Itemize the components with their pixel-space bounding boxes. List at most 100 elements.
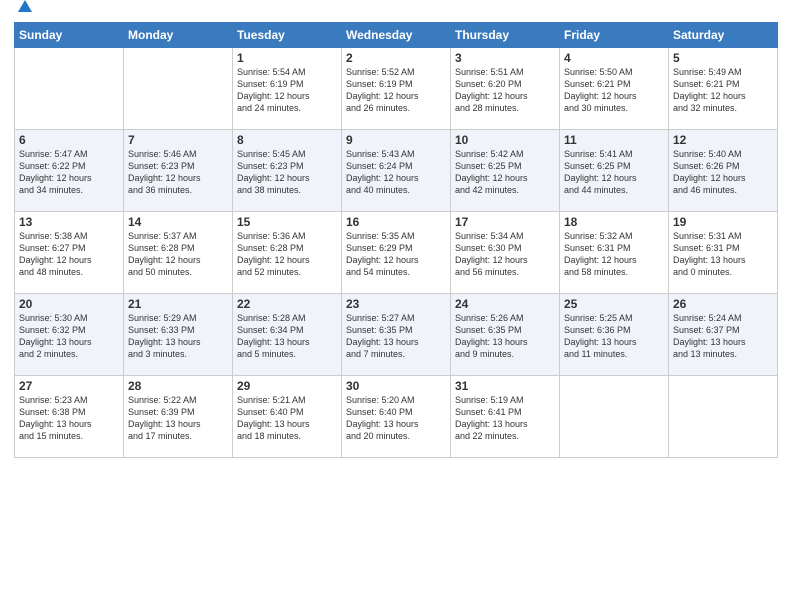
- day-number: 27: [19, 379, 119, 393]
- day-number: 30: [346, 379, 446, 393]
- calendar-cell: 23Sunrise: 5:27 AM Sunset: 6:35 PM Dayli…: [342, 294, 451, 376]
- calendar-cell: 20Sunrise: 5:30 AM Sunset: 6:32 PM Dayli…: [15, 294, 124, 376]
- calendar-cell: 15Sunrise: 5:36 AM Sunset: 6:28 PM Dayli…: [233, 212, 342, 294]
- day-info: Sunrise: 5:41 AM Sunset: 6:25 PM Dayligh…: [564, 148, 664, 197]
- day-number: 20: [19, 297, 119, 311]
- day-number: 19: [673, 215, 773, 229]
- day-number: 1: [237, 51, 337, 65]
- day-info: Sunrise: 5:35 AM Sunset: 6:29 PM Dayligh…: [346, 230, 446, 279]
- day-number: 18: [564, 215, 664, 229]
- calendar-cell: [124, 48, 233, 130]
- day-info: Sunrise: 5:23 AM Sunset: 6:38 PM Dayligh…: [19, 394, 119, 443]
- day-info: Sunrise: 5:52 AM Sunset: 6:19 PM Dayligh…: [346, 66, 446, 115]
- day-info: Sunrise: 5:27 AM Sunset: 6:35 PM Dayligh…: [346, 312, 446, 361]
- day-number: 26: [673, 297, 773, 311]
- day-info: Sunrise: 5:54 AM Sunset: 6:19 PM Dayligh…: [237, 66, 337, 115]
- day-info: Sunrise: 5:20 AM Sunset: 6:40 PM Dayligh…: [346, 394, 446, 443]
- calendar-cell: 14Sunrise: 5:37 AM Sunset: 6:28 PM Dayli…: [124, 212, 233, 294]
- calendar-cell: 17Sunrise: 5:34 AM Sunset: 6:30 PM Dayli…: [451, 212, 560, 294]
- calendar-cell: 26Sunrise: 5:24 AM Sunset: 6:37 PM Dayli…: [669, 294, 778, 376]
- day-info: Sunrise: 5:51 AM Sunset: 6:20 PM Dayligh…: [455, 66, 555, 115]
- calendar-cell: 24Sunrise: 5:26 AM Sunset: 6:35 PM Dayli…: [451, 294, 560, 376]
- day-number: 15: [237, 215, 337, 229]
- day-number: 13: [19, 215, 119, 229]
- day-info: Sunrise: 5:22 AM Sunset: 6:39 PM Dayligh…: [128, 394, 228, 443]
- calendar-cell: [560, 376, 669, 458]
- calendar-page: SundayMondayTuesdayWednesdayThursdayFrid…: [0, 0, 792, 612]
- calendar-cell: 29Sunrise: 5:21 AM Sunset: 6:40 PM Dayli…: [233, 376, 342, 458]
- day-info: Sunrise: 5:45 AM Sunset: 6:23 PM Dayligh…: [237, 148, 337, 197]
- day-number: 2: [346, 51, 446, 65]
- calendar-cell: [15, 48, 124, 130]
- calendar-cell: 5Sunrise: 5:49 AM Sunset: 6:21 PM Daylig…: [669, 48, 778, 130]
- calendar-cell: 21Sunrise: 5:29 AM Sunset: 6:33 PM Dayli…: [124, 294, 233, 376]
- day-number: 17: [455, 215, 555, 229]
- calendar-cell: 12Sunrise: 5:40 AM Sunset: 6:26 PM Dayli…: [669, 130, 778, 212]
- day-number: 25: [564, 297, 664, 311]
- calendar-cell: 2Sunrise: 5:52 AM Sunset: 6:19 PM Daylig…: [342, 48, 451, 130]
- weekday-header-friday: Friday: [560, 23, 669, 48]
- calendar-cell: 27Sunrise: 5:23 AM Sunset: 6:38 PM Dayli…: [15, 376, 124, 458]
- day-info: Sunrise: 5:34 AM Sunset: 6:30 PM Dayligh…: [455, 230, 555, 279]
- day-number: 6: [19, 133, 119, 147]
- day-number: 8: [237, 133, 337, 147]
- day-number: 29: [237, 379, 337, 393]
- calendar-week-row: 13Sunrise: 5:38 AM Sunset: 6:27 PM Dayli…: [15, 212, 778, 294]
- weekday-header-row: SundayMondayTuesdayWednesdayThursdayFrid…: [15, 23, 778, 48]
- calendar-cell: 11Sunrise: 5:41 AM Sunset: 6:25 PM Dayli…: [560, 130, 669, 212]
- day-info: Sunrise: 5:36 AM Sunset: 6:28 PM Dayligh…: [237, 230, 337, 279]
- day-info: Sunrise: 5:30 AM Sunset: 6:32 PM Dayligh…: [19, 312, 119, 361]
- day-info: Sunrise: 5:31 AM Sunset: 6:31 PM Dayligh…: [673, 230, 773, 279]
- header: [14, 10, 778, 16]
- calendar-cell: 18Sunrise: 5:32 AM Sunset: 6:31 PM Dayli…: [560, 212, 669, 294]
- day-info: Sunrise: 5:32 AM Sunset: 6:31 PM Dayligh…: [564, 230, 664, 279]
- calendar-cell: 31Sunrise: 5:19 AM Sunset: 6:41 PM Dayli…: [451, 376, 560, 458]
- day-number: 21: [128, 297, 228, 311]
- day-info: Sunrise: 5:42 AM Sunset: 6:25 PM Dayligh…: [455, 148, 555, 197]
- day-number: 12: [673, 133, 773, 147]
- weekday-header-wednesday: Wednesday: [342, 23, 451, 48]
- calendar-cell: 28Sunrise: 5:22 AM Sunset: 6:39 PM Dayli…: [124, 376, 233, 458]
- calendar-cell: 10Sunrise: 5:42 AM Sunset: 6:25 PM Dayli…: [451, 130, 560, 212]
- day-info: Sunrise: 5:50 AM Sunset: 6:21 PM Dayligh…: [564, 66, 664, 115]
- weekday-header-monday: Monday: [124, 23, 233, 48]
- day-info: Sunrise: 5:38 AM Sunset: 6:27 PM Dayligh…: [19, 230, 119, 279]
- day-info: Sunrise: 5:40 AM Sunset: 6:26 PM Dayligh…: [673, 148, 773, 197]
- logo: [14, 14, 34, 16]
- day-info: Sunrise: 5:21 AM Sunset: 6:40 PM Dayligh…: [237, 394, 337, 443]
- day-info: Sunrise: 5:29 AM Sunset: 6:33 PM Dayligh…: [128, 312, 228, 361]
- day-number: 4: [564, 51, 664, 65]
- day-info: Sunrise: 5:47 AM Sunset: 6:22 PM Dayligh…: [19, 148, 119, 197]
- calendar-week-row: 27Sunrise: 5:23 AM Sunset: 6:38 PM Dayli…: [15, 376, 778, 458]
- calendar-cell: 22Sunrise: 5:28 AM Sunset: 6:34 PM Dayli…: [233, 294, 342, 376]
- calendar-cell: 4Sunrise: 5:50 AM Sunset: 6:21 PM Daylig…: [560, 48, 669, 130]
- day-info: Sunrise: 5:19 AM Sunset: 6:41 PM Dayligh…: [455, 394, 555, 443]
- day-number: 10: [455, 133, 555, 147]
- day-number: 11: [564, 133, 664, 147]
- day-number: 31: [455, 379, 555, 393]
- day-info: Sunrise: 5:24 AM Sunset: 6:37 PM Dayligh…: [673, 312, 773, 361]
- day-number: 28: [128, 379, 228, 393]
- calendar-cell: 7Sunrise: 5:46 AM Sunset: 6:23 PM Daylig…: [124, 130, 233, 212]
- calendar-cell: 3Sunrise: 5:51 AM Sunset: 6:20 PM Daylig…: [451, 48, 560, 130]
- day-number: 16: [346, 215, 446, 229]
- weekday-header-tuesday: Tuesday: [233, 23, 342, 48]
- day-number: 5: [673, 51, 773, 65]
- day-info: Sunrise: 5:43 AM Sunset: 6:24 PM Dayligh…: [346, 148, 446, 197]
- calendar-cell: 19Sunrise: 5:31 AM Sunset: 6:31 PM Dayli…: [669, 212, 778, 294]
- day-number: 3: [455, 51, 555, 65]
- calendar-cell: 6Sunrise: 5:47 AM Sunset: 6:22 PM Daylig…: [15, 130, 124, 212]
- weekday-header-thursday: Thursday: [451, 23, 560, 48]
- calendar-week-row: 6Sunrise: 5:47 AM Sunset: 6:22 PM Daylig…: [15, 130, 778, 212]
- day-number: 9: [346, 133, 446, 147]
- calendar-cell: 9Sunrise: 5:43 AM Sunset: 6:24 PM Daylig…: [342, 130, 451, 212]
- day-info: Sunrise: 5:26 AM Sunset: 6:35 PM Dayligh…: [455, 312, 555, 361]
- calendar-cell: 1Sunrise: 5:54 AM Sunset: 6:19 PM Daylig…: [233, 48, 342, 130]
- day-info: Sunrise: 5:37 AM Sunset: 6:28 PM Dayligh…: [128, 230, 228, 279]
- calendar-week-row: 1Sunrise: 5:54 AM Sunset: 6:19 PM Daylig…: [15, 48, 778, 130]
- day-info: Sunrise: 5:49 AM Sunset: 6:21 PM Dayligh…: [673, 66, 773, 115]
- calendar-cell: 30Sunrise: 5:20 AM Sunset: 6:40 PM Dayli…: [342, 376, 451, 458]
- day-number: 23: [346, 297, 446, 311]
- calendar-table: SundayMondayTuesdayWednesdayThursdayFrid…: [14, 22, 778, 458]
- calendar-cell: [669, 376, 778, 458]
